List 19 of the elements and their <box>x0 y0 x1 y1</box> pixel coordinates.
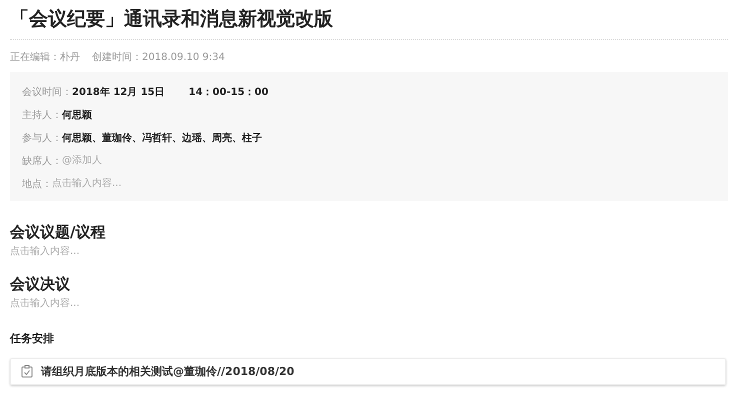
field-value: 14：00-15：00 <box>188 86 268 98</box>
section-heading: 会议议题/议程 <box>10 223 106 242</box>
task-text: 请组织月底版本的相关测试@董珈伶//2018/08/20 <box>41 364 294 379</box>
meta-text: 创建时间：2018.09.10 9:34 <box>92 50 225 64</box>
field-label: 参与人： <box>22 132 62 144</box>
section-heading: 会议决议 <box>10 275 71 294</box>
field-label: 主持人： <box>22 108 62 122</box>
meta-text: 正在编辑：朴丹 <box>10 50 80 64</box>
task-card[interactable]: 请组织月底版本的相关测试@董珈伶//2018/08/20 <box>10 358 726 385</box>
field-value: 何思颖、董珈伶、冯哲轩、边瑶、周亮、柱子 <box>62 131 262 144</box>
field-value: 何思颖 <box>62 108 92 122</box>
document-title: 「会议纪要」通讯录和消息新视觉改版 <box>10 7 334 32</box>
section-heading: 任务安排 <box>10 331 55 346</box>
field-label: 会议时间： <box>22 86 72 98</box>
task-checkbox-icon <box>21 365 33 378</box>
field-value: 2018年 12月 15日 <box>72 86 165 98</box>
field-label: 地点： <box>22 178 52 190</box>
field-label: 缺席人： <box>22 154 62 168</box>
input-field[interactable]: @添加人 <box>62 155 262 166</box>
